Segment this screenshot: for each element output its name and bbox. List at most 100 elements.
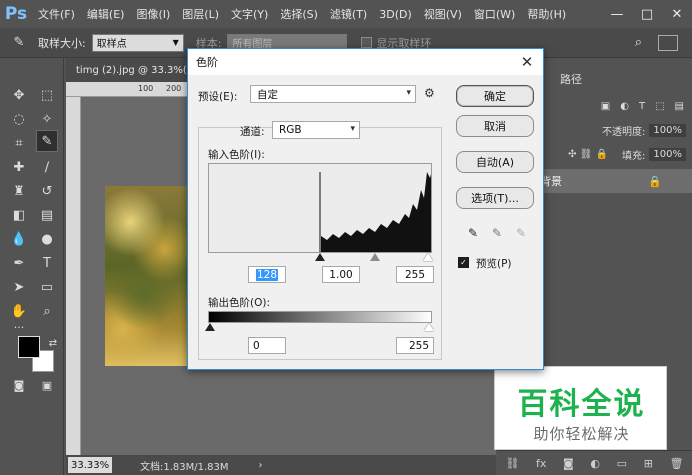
sample-size-value: 取样点	[96, 39, 127, 50]
doc-info: 文档:1.83M/1.83M	[140, 461, 229, 473]
move-tool-icon[interactable]: ✥	[8, 84, 30, 106]
maximize-button[interactable]: □	[632, 0, 662, 28]
eyedropper-tool-icon[interactable]: ✎	[36, 130, 58, 152]
sample-size-label: 取样大小:	[38, 36, 86, 50]
search-icon[interactable]: ⌕	[635, 35, 642, 50]
input-black-field[interactable]: 128	[248, 266, 286, 283]
input-white-field[interactable]: 255	[396, 266, 434, 283]
menu-type[interactable]: 文字(Y)	[225, 6, 274, 22]
magic-wand-icon[interactable]: ✧	[36, 108, 58, 130]
chevron-right-icon[interactable]: ›	[259, 460, 263, 471]
input-white-value: 255	[404, 268, 426, 281]
minimize-button[interactable]: —	[602, 0, 632, 28]
output-white-slider[interactable]	[424, 323, 434, 331]
zoom-level[interactable]: 33.33%	[68, 457, 112, 473]
type-tool-icon[interactable]: T	[36, 252, 58, 274]
close-button[interactable]: ✕	[662, 0, 692, 28]
preview-checkbox[interactable]: ✓	[458, 257, 469, 268]
menu-select[interactable]: 选择(S)	[274, 6, 324, 22]
menu-edit[interactable]: 编辑(E)	[81, 6, 131, 22]
document-tab[interactable]: timg (2).jpg @ 33.3%(R	[66, 58, 196, 82]
brush-tool-icon[interactable]: ∕	[36, 156, 58, 178]
trash-icon[interactable]: 🗑	[670, 457, 684, 470]
preset-select[interactable]: 自定 ▾	[250, 85, 416, 103]
screen-mode-icon[interactable]: ▣	[36, 374, 58, 396]
channel-select[interactable]: RGB ▾	[272, 121, 360, 139]
adjustment-layer-icon[interactable]: ◐	[590, 457, 600, 470]
add-mask-icon[interactable]: ◙	[563, 457, 574, 470]
chevron-down-icon: ▾	[406, 88, 411, 98]
menu-filter[interactable]: 滤镜(T)	[324, 6, 373, 22]
dialog-close-icon[interactable]: ✕	[517, 52, 537, 72]
forest-photo-layer	[105, 186, 190, 366]
cancel-button[interactable]: 取消	[456, 115, 534, 137]
photoshop-logo: Ps	[4, 4, 28, 24]
shape-filter-icon[interactable]: ⬚	[655, 101, 664, 112]
black-point-eyedropper-icon[interactable]: ✎	[466, 225, 480, 241]
menu-file[interactable]: 文件(F)	[32, 6, 81, 22]
new-layer-icon[interactable]: ⊞	[644, 457, 653, 470]
auto-button[interactable]: 自动(A)	[456, 151, 534, 173]
crop-tool-icon[interactable]: ⌗	[8, 132, 30, 154]
output-black-slider[interactable]	[205, 323, 215, 331]
options-button[interactable]: 选项(T)...	[456, 187, 534, 209]
adjust-filter-icon[interactable]: ◐	[620, 101, 629, 112]
menu-3d[interactable]: 3D(D)	[373, 8, 418, 21]
dodge-tool-icon[interactable]: ●	[36, 228, 58, 250]
chevron-down-icon: ▼	[172, 38, 179, 47]
histogram-graph	[319, 172, 431, 252]
input-gamma-field[interactable]: 1.00	[322, 266, 360, 283]
eyedropper-icon[interactable]: ✎	[8, 32, 30, 54]
pixel-filter-icon[interactable]: ▣	[601, 101, 610, 112]
fx-icon[interactable]: fx	[536, 457, 546, 470]
gradient-tool-icon[interactable]: ▤	[36, 204, 58, 226]
fill-value[interactable]: 100%	[649, 147, 686, 161]
lasso-tool-icon[interactable]: ◌	[8, 108, 30, 130]
link-layers-icon[interactable]: ⛓	[505, 457, 519, 470]
output-black-field[interactable]: 0	[248, 337, 286, 354]
input-white-slider[interactable]	[423, 253, 433, 261]
marquee-tool-icon[interactable]: ⬚	[36, 84, 58, 106]
quick-mask-icon[interactable]: ◙	[8, 374, 30, 396]
opacity-row: 不透明度: 100%	[542, 120, 692, 140]
output-levels-label: 输出色阶(O):	[208, 297, 270, 309]
ok-button[interactable]: 确定	[456, 85, 534, 107]
show-ring-checkbox[interactable]	[361, 37, 373, 48]
history-brush-icon[interactable]: ↺	[36, 180, 58, 202]
input-black-slider[interactable]	[315, 253, 325, 261]
preset-options-gear-icon[interactable]: ⚙	[424, 86, 435, 100]
blur-tool-icon[interactable]: 💧	[8, 228, 30, 250]
menu-view[interactable]: 视图(V)	[418, 6, 468, 22]
input-levels-label: 输入色阶(I):	[208, 149, 265, 161]
workspace-icon[interactable]	[658, 35, 678, 51]
eraser-tool-icon[interactable]: ◧	[8, 204, 30, 226]
output-white-field[interactable]: 255	[396, 337, 434, 354]
clone-stamp-icon[interactable]: ♜	[8, 180, 30, 202]
tab-paths[interactable]: 路径	[560, 68, 582, 90]
fill-row: ✣ ⛓ 🔒 填充: 100%	[542, 144, 692, 164]
gray-point-eyedropper-icon[interactable]: ✎	[490, 225, 504, 241]
rectangle-tool-icon[interactable]: ▭	[36, 276, 58, 298]
opacity-value[interactable]: 100%	[649, 123, 686, 137]
menu-help[interactable]: 帮助(H)	[521, 6, 572, 22]
zoom-tool-icon[interactable]: ⌕	[36, 300, 58, 322]
status-bar: 33.33% 文档:1.83M/1.83M ›	[66, 455, 496, 475]
menu-image[interactable]: 图像(I)	[130, 6, 176, 22]
pen-tool-icon[interactable]: ✒	[8, 252, 30, 274]
swap-colors-icon[interactable]: ⇄	[42, 332, 64, 354]
dialog-titlebar[interactable]: 色阶 ✕	[188, 49, 543, 75]
menu-window[interactable]: 窗口(W)	[468, 6, 521, 22]
path-selection-icon[interactable]: ➤	[8, 276, 30, 298]
group-icon[interactable]: ▭	[617, 457, 627, 470]
input-gamma-slider[interactable]	[370, 253, 380, 261]
sample-size-select[interactable]: 取样点 ▼	[91, 33, 184, 52]
lock-icons[interactable]: ✣ ⛓ 🔒	[568, 149, 608, 160]
smart-filter-icon[interactable]: ▤	[675, 101, 684, 112]
foreground-color-swatch[interactable]	[18, 336, 40, 358]
preset-label: 预设(E):	[198, 91, 238, 103]
type-filter-icon[interactable]: T	[639, 101, 645, 112]
menu-layer[interactable]: 图层(L)	[176, 6, 225, 22]
white-point-eyedropper-icon[interactable]: ✎	[514, 225, 528, 241]
more-tools-icon[interactable]: ···	[8, 316, 30, 338]
healing-brush-icon[interactable]: ✚	[8, 156, 30, 178]
